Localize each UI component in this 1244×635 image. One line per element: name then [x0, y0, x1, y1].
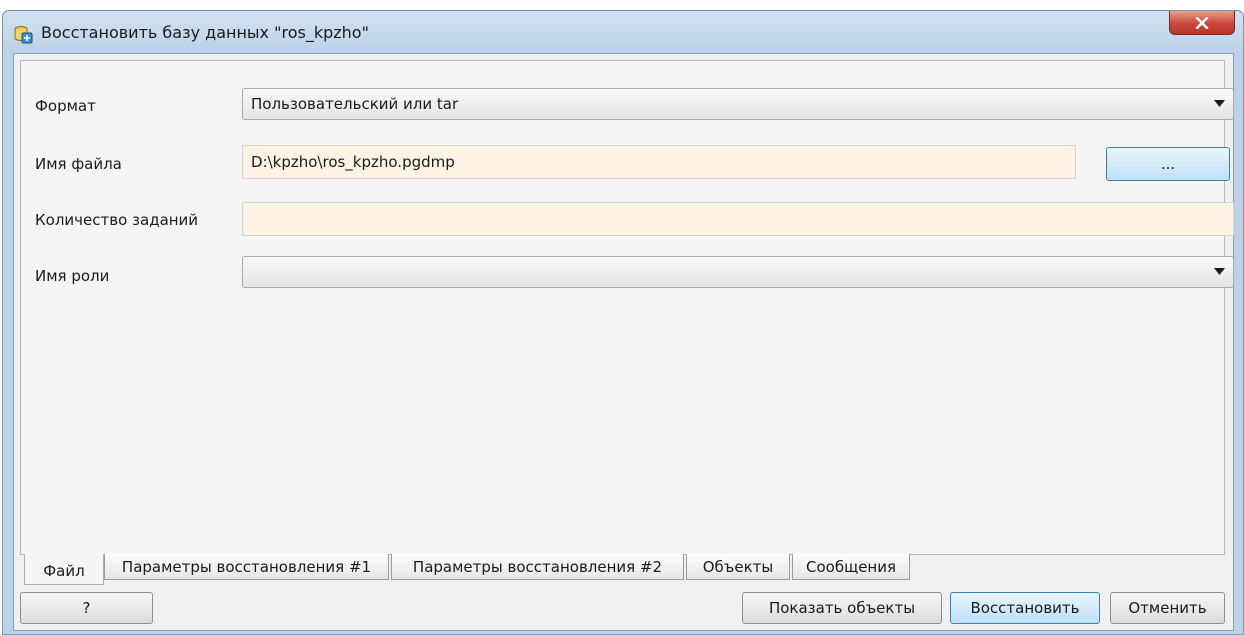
cancel-button[interactable]: Отменить — [1110, 592, 1225, 624]
show-objects-label: Показать объекты — [768, 599, 916, 617]
cancel-label: Отменить — [1128, 599, 1207, 617]
show-objects-button[interactable]: Показать объекты — [742, 592, 942, 624]
tab-restore-options-1[interactable]: Параметры восстановления #1 — [104, 554, 389, 580]
filename-label: Имя файла — [35, 155, 122, 173]
dialog-body: Формат Пользовательский или tar Имя файл… — [13, 53, 1234, 631]
format-select[interactable]: Пользовательский или tar — [242, 88, 1234, 120]
role-label: Имя роли — [35, 267, 110, 285]
role-select[interactable] — [242, 256, 1234, 288]
jobs-label: Количество заданий — [35, 211, 199, 229]
browse-label: ... — [1160, 155, 1176, 173]
title-bar[interactable]: Восстановить базу данных "ros_kpzho" — [3, 11, 1243, 53]
close-icon — [1195, 16, 1209, 29]
tab-label: Параметры восстановления #1 — [121, 557, 372, 576]
tab-label: Объекты — [702, 557, 774, 576]
tab-label: Файл — [43, 562, 85, 580]
restore-dialog: Восстановить базу данных "ros_kpzho" Фор… — [2, 10, 1244, 635]
database-restore-icon — [14, 26, 33, 44]
chevron-down-icon — [1214, 268, 1225, 275]
chevron-down-icon — [1214, 100, 1225, 107]
restore-label: Восстановить — [970, 599, 1080, 617]
tab-messages[interactable]: Сообщения — [792, 554, 910, 580]
format-value: Пользовательский или tar — [251, 95, 459, 113]
tab-label: Параметры восстановления #2 — [412, 557, 663, 576]
filename-input[interactable]: D:\kpzho\ros_kpzho.pgdmp — [242, 145, 1076, 179]
jobs-input[interactable] — [242, 202, 1234, 236]
close-button[interactable] — [1169, 11, 1235, 35]
window-title: Восстановить базу данных "ros_kpzho" — [41, 23, 369, 42]
restore-button[interactable]: Восстановить — [950, 592, 1100, 624]
tab-label: Сообщения — [805, 557, 896, 576]
tab-panel-file: Формат Пользовательский или tar Имя файл… — [20, 60, 1234, 555]
tab-objects[interactable]: Объекты — [686, 554, 790, 580]
tab-file[interactable]: Файл — [24, 554, 104, 585]
help-label: ? — [82, 599, 91, 617]
browse-button[interactable]: ... — [1106, 147, 1230, 181]
help-button[interactable]: ? — [20, 592, 153, 624]
format-label: Формат — [35, 97, 96, 115]
filename-value: D:\kpzho\ros_kpzho.pgdmp — [251, 153, 455, 171]
tab-restore-options-2[interactable]: Параметры восстановления #2 — [391, 554, 684, 580]
